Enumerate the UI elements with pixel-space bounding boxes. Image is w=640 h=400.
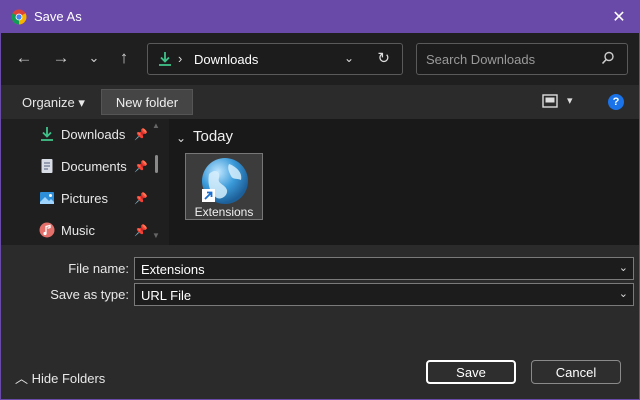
hide-folders-button[interactable]: ︿ Hide Folders <box>15 368 105 387</box>
pictures-icon <box>40 192 54 204</box>
new-folder-button[interactable]: New folder <box>101 89 193 115</box>
command-bar: Organize ▾ New folder ▾ ? <box>1 85 639 119</box>
sidebar-scrollbar-thumb[interactable] <box>155 155 158 173</box>
scroll-up-icon[interactable]: ▲ <box>152 121 160 130</box>
group-header-today[interactable]: Today <box>193 128 233 145</box>
navigation-pane: Downloads 📌 Documents 📌 Pictures 📌 Music… <box>1 119 169 245</box>
group-collapse-icon[interactable]: ⌄ <box>176 131 186 145</box>
sidebar-item-pictures[interactable]: Pictures 📌 <box>1 183 151 213</box>
download-icon <box>41 127 53 141</box>
scroll-down-icon[interactable]: ▼ <box>152 231 160 240</box>
organize-menu[interactable]: Organize ▾ <box>22 95 85 111</box>
download-icon <box>159 52 171 66</box>
sidebar-item-label: Pictures <box>61 191 108 206</box>
forward-button[interactable]: → <box>50 47 72 69</box>
arrow-up-icon: ↑ <box>119 48 129 67</box>
save-button[interactable]: Save <box>426 360 516 384</box>
savetype-value[interactable]: URL File <box>141 288 191 303</box>
back-button[interactable]: ← <box>13 47 35 69</box>
arrow-right-icon: → <box>52 48 70 67</box>
pin-icon: 📌 <box>134 193 148 205</box>
title-bar: Save As ✕ <box>1 1 639 33</box>
file-item-label: Extensions <box>194 205 254 219</box>
chevron-down-icon: ⌄ <box>88 50 100 65</box>
chevron-down-icon[interactable]: ⌄ <box>619 287 628 300</box>
pin-icon: 📌 <box>134 225 148 237</box>
savetype-select[interactable]: URL File ⌄ <box>134 283 634 306</box>
sidebar-item-music[interactable]: Music 📌 <box>1 215 151 245</box>
address-bar[interactable]: › Downloads ⌄ ↻ <box>147 43 403 75</box>
sidebar-item-downloads[interactable]: Downloads 📌 <box>1 119 151 149</box>
chrome-icon <box>11 9 27 25</box>
filename-field[interactable]: Extensions ⌄ <box>134 257 634 280</box>
cancel-button[interactable]: Cancel <box>531 360 621 384</box>
music-icon <box>39 222 55 238</box>
arrow-left-icon: ← <box>15 48 33 67</box>
filename-input[interactable]: Extensions <box>141 262 205 277</box>
sidebar-item-label: Downloads <box>61 127 126 142</box>
sidebar-item-label: Music <box>61 223 95 238</box>
close-button[interactable]: ✕ <box>605 5 633 29</box>
pin-icon: 📌 <box>134 129 148 141</box>
chevron-down-icon[interactable]: ⌄ <box>619 261 628 274</box>
search-input[interactable]: Search Downloads <box>426 52 535 67</box>
save-options-panel: File name: Extensions ⌄ Save as type: UR… <box>1 245 639 399</box>
path-separator-icon: › <box>178 51 183 66</box>
navigation-bar: ← → ⌄ ↑ › Downloads ⌄ ↻ Search Downloads <box>1 33 639 85</box>
file-item-extensions[interactable]: Extensions <box>185 153 263 220</box>
view-options-icon[interactable] <box>542 94 558 108</box>
view-dropdown-icon[interactable]: ▾ <box>567 94 573 107</box>
address-dropdown-icon[interactable]: ⌄ <box>344 51 354 65</box>
recent-locations-button[interactable]: ⌄ <box>83 47 105 69</box>
save-as-dialog: Save As ✕ ← → ⌄ ↑ › Downloads ⌄ ↻ Search… <box>0 0 640 400</box>
help-button[interactable]: ? <box>608 94 624 110</box>
refresh-icon[interactable]: ↻ <box>377 49 390 67</box>
documents-icon <box>41 159 53 173</box>
search-icon <box>601 51 614 65</box>
filename-label: File name: <box>68 261 129 276</box>
url-shortcut-icon <box>202 158 248 204</box>
window-title: Save As <box>34 9 82 24</box>
address-current-folder[interactable]: Downloads <box>194 52 258 67</box>
up-button[interactable]: ↑ <box>113 47 135 69</box>
search-box[interactable]: Search Downloads <box>416 43 628 75</box>
sidebar-item-documents[interactable]: Documents 📌 <box>1 151 151 181</box>
pin-icon: 📌 <box>134 161 148 173</box>
file-list: ⌄ Today Extensions <box>169 119 639 245</box>
close-icon: ✕ <box>612 9 626 26</box>
savetype-label: Save as type: <box>50 287 129 302</box>
help-icon: ? <box>612 96 620 108</box>
sidebar-item-label: Documents <box>61 159 127 174</box>
